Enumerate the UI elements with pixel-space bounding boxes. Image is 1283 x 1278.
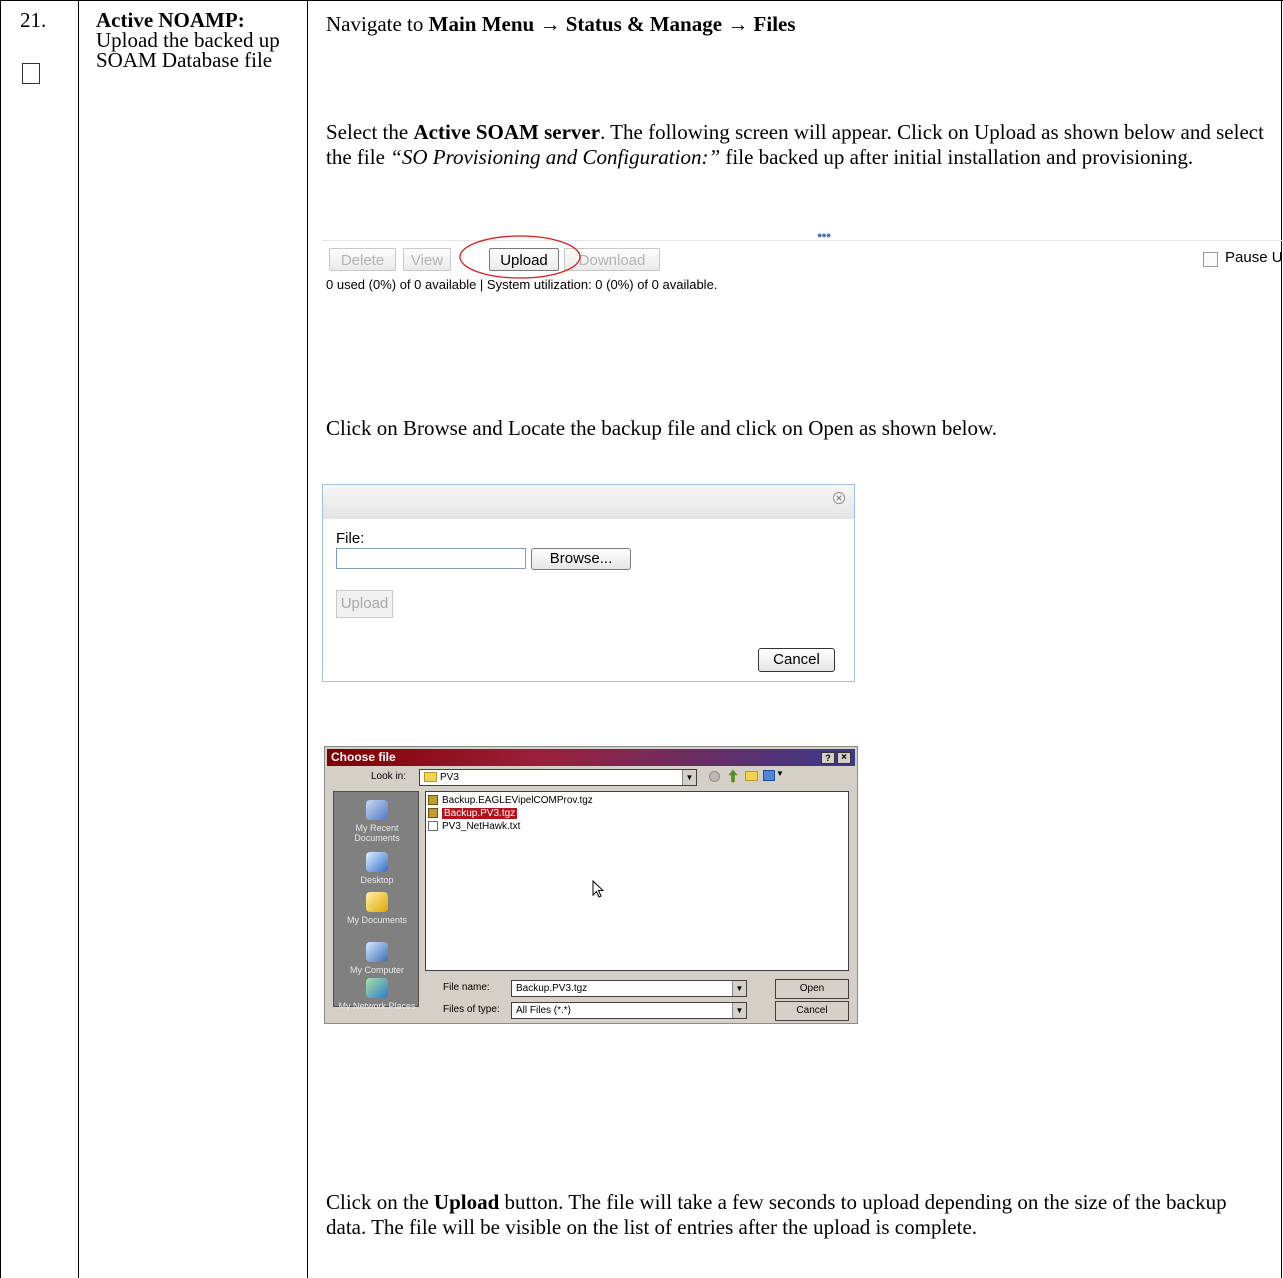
look-in-select[interactable]: PV3 ▼ bbox=[419, 769, 697, 786]
place-desktop-label: Desktop bbox=[360, 875, 394, 885]
table-left-border bbox=[0, 0, 1, 1278]
upload-dialog-header bbox=[323, 485, 854, 519]
step-description: Active NOAMP: Upload the backed up SOAM … bbox=[96, 10, 301, 72]
archive-file-icon bbox=[428, 795, 438, 805]
p1-bold-1: Active SOAM server bbox=[413, 120, 601, 144]
my-computer-icon bbox=[366, 942, 388, 962]
open-button[interactable]: Open bbox=[775, 979, 849, 999]
p1-text-1: Select the bbox=[326, 120, 414, 144]
file-item[interactable]: PV3_NetHawk.txt bbox=[428, 820, 520, 833]
look-in-value: PV3 bbox=[440, 772, 459, 783]
pause-label: Pause U bbox=[1225, 249, 1283, 266]
file-name-text: Backup.EAGLEVipelCOMProv.tgz bbox=[442, 795, 593, 806]
table-top-border bbox=[0, 0, 1283, 1]
nav-path: Main Menu → Status & Manage → Files bbox=[428, 12, 796, 36]
up-folder-icon[interactable] bbox=[728, 769, 738, 783]
chevron-down-icon[interactable]: ▼ bbox=[732, 1003, 746, 1018]
instruction-paragraph-1: Select the Active SOAM server. The follo… bbox=[326, 120, 1266, 170]
upload-dialog: File: Browse... Upload Cancel bbox=[322, 484, 855, 682]
view-menu-icon[interactable] bbox=[763, 770, 775, 781]
p1-text-3: file backed up after initial installatio… bbox=[720, 145, 1194, 169]
column-divider-1 bbox=[78, 0, 79, 1278]
column-divider-2 bbox=[307, 0, 308, 1278]
place-recent-label: My Recent Documents bbox=[354, 823, 400, 843]
place-computer-label: My Computer bbox=[349, 965, 404, 975]
nav-instruction: Navigate to Main Menu → Status & Manage … bbox=[326, 12, 1266, 37]
chooser-cancel-button[interactable]: Cancel bbox=[775, 1001, 849, 1021]
dialog-cancel-button[interactable]: Cancel bbox=[758, 648, 835, 672]
look-in-label: Look in: bbox=[371, 771, 407, 782]
file-label: File: bbox=[336, 530, 365, 547]
my-documents-icon bbox=[366, 892, 388, 912]
my-network-places-icon bbox=[366, 978, 388, 998]
view-menu-arrow-icon[interactable]: ▼ bbox=[776, 769, 784, 778]
help-icon[interactable]: ? bbox=[821, 752, 835, 764]
file-type-select[interactable]: All Files (*.*) ▼ bbox=[511, 1002, 747, 1019]
delete-button[interactable]: Delete bbox=[329, 248, 396, 271]
utilization-status: 0 used (0%) of 0 available | System util… bbox=[326, 277, 718, 292]
new-folder-icon[interactable] bbox=[745, 771, 758, 781]
file-list[interactable]: Backup.EAGLEVipelCOMProv.tgz Backup.PV3.… bbox=[425, 791, 849, 971]
file-name-value: Backup.PV3.tgz bbox=[516, 983, 588, 994]
chevron-down-icon[interactable]: ▼ bbox=[682, 770, 696, 785]
choose-file-titlebar: Choose file bbox=[327, 749, 855, 766]
browse-button[interactable]: Browse... bbox=[531, 548, 631, 570]
step-checkbox[interactable] bbox=[22, 63, 40, 84]
place-network-label: My Network Places bbox=[338, 1001, 416, 1011]
text-file-icon bbox=[428, 821, 438, 831]
file-item[interactable]: Backup.EAGLEVipelCOMProv.tgz bbox=[428, 794, 593, 807]
pause-checkbox[interactable] bbox=[1203, 252, 1218, 267]
file-path-input[interactable] bbox=[336, 548, 526, 569]
chevron-down-icon[interactable]: ▼ bbox=[732, 981, 746, 996]
file-name-text: Backup.PV3.tgz bbox=[442, 808, 518, 819]
table-right-border bbox=[1281, 0, 1282, 1278]
step-description-text: Upload the backed up SOAM Database file bbox=[96, 28, 280, 72]
file-name-text: PV3_NetHawk.txt bbox=[442, 821, 521, 832]
place-recent[interactable]: My Recent Documents bbox=[334, 800, 420, 843]
highlight-circle bbox=[459, 235, 581, 279]
file-item-selected[interactable]: Backup.PV3.tgz bbox=[428, 807, 518, 820]
instruction-paragraph-2: Click on Browse and Locate the backup fi… bbox=[326, 416, 998, 440]
nav-prefix: Navigate to bbox=[326, 12, 429, 36]
dialog-upload-button[interactable]: Upload bbox=[336, 590, 393, 618]
choose-file-dialog: Choose file ? × Look in: PV3 ▼ ▼ My Rece… bbox=[324, 746, 858, 1024]
file-type-label: Files of type: bbox=[443, 1004, 500, 1015]
p3-bold-1: Upload bbox=[433, 1190, 500, 1214]
splitter-handle-icon[interactable]: ●●● bbox=[817, 230, 831, 240]
view-button[interactable]: View bbox=[403, 248, 451, 271]
place-documents-label: My Documents bbox=[346, 915, 408, 925]
place-desktop[interactable]: Desktop bbox=[334, 852, 420, 885]
close-icon[interactable] bbox=[832, 491, 846, 505]
place-documents[interactable]: My Documents bbox=[334, 892, 420, 925]
p1-italic-1: “SO Provisioning and Configuration:” bbox=[390, 145, 721, 169]
instruction-paragraph-3: Click on the Upload button. The file wil… bbox=[326, 1190, 1266, 1240]
step-number: 21. bbox=[20, 8, 47, 32]
p3-text-1: Click on the bbox=[326, 1190, 434, 1214]
places-bar: My Recent Documents Desktop My Documents… bbox=[333, 791, 420, 1011]
place-computer[interactable]: My Computer bbox=[334, 942, 420, 975]
place-network[interactable]: My Network Places bbox=[334, 978, 420, 1011]
file-name-input[interactable]: Backup.PV3.tgz ▼ bbox=[511, 980, 747, 997]
back-icon[interactable] bbox=[709, 771, 720, 782]
files-toolbar-screenshot: ●●● Delete View Upload Download Pause U … bbox=[322, 228, 1283, 292]
folder-icon bbox=[424, 772, 437, 783]
file-type-value: All Files (*.*) bbox=[516, 1005, 572, 1016]
close-window-icon[interactable]: × bbox=[837, 752, 851, 764]
archive-file-icon bbox=[428, 808, 438, 818]
mouse-cursor-icon bbox=[592, 880, 604, 898]
file-name-label: File name: bbox=[443, 982, 490, 993]
desktop-icon bbox=[366, 852, 388, 872]
recent-documents-icon bbox=[366, 800, 388, 820]
choose-file-title: Choose file bbox=[331, 750, 396, 764]
